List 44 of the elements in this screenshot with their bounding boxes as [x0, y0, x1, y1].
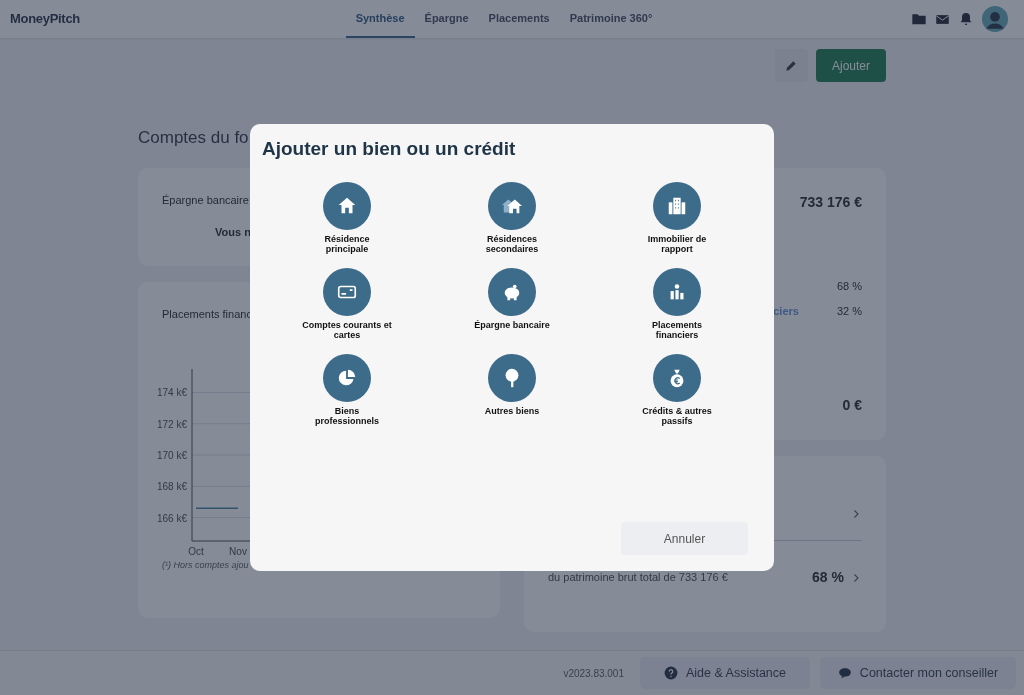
asset-type-option[interactable]: Épargne bancaire: [429, 267, 595, 340]
notification-bell-icon[interactable]: [958, 11, 974, 27]
asset-type-option[interactable]: Résidence principale: [264, 181, 430, 254]
ratio-value: 68 %: [812, 568, 844, 587]
nav-tab[interactable]: Placements: [478, 0, 560, 38]
percentage-value: 68 %: [836, 279, 862, 295]
ratio-caption: du patrimoine brut total de 733 176 €: [548, 570, 729, 586]
pencil-icon: [784, 58, 799, 73]
version-label: v2023.83.001: [563, 666, 624, 681]
nav-tab[interactable]: Patrimoine 360°: [559, 0, 663, 38]
modal-title: Ajouter un bien ou un crédit: [262, 138, 517, 161]
total-amount: 733 176 €: [799, 193, 862, 212]
contact-button[interactable]: Contacter mon conseiller: [820, 657, 1016, 689]
app-logo[interactable]: MoneyPitch: [10, 9, 310, 29]
axis-tick-label: 168 k€: [156, 480, 187, 492]
card-label: Placements financ: [162, 307, 252, 322]
asset-type-option[interactable]: Résidences secondaires: [429, 181, 595, 254]
axis-tick-label: Oct: [188, 545, 204, 557]
help-button[interactable]: Aide & Assistance: [640, 657, 810, 689]
axis-tick-label: 172 k€: [156, 418, 187, 430]
folder-icon[interactable]: [911, 11, 927, 27]
cancel-button[interactable]: Annuler: [621, 522, 748, 555]
asset-type-option[interactable]: Crédits & autres passifs: [594, 353, 760, 426]
asset-type-option[interactable]: Autres biens: [429, 353, 595, 426]
axis-tick-label: Nov: [229, 545, 247, 557]
avatar-icon[interactable]: [982, 6, 1008, 32]
axis-tick-label: 170 k€: [156, 449, 187, 461]
axis-tick-label: 166 k€: [156, 512, 187, 524]
asset-type-option[interactable]: Placements financiers: [594, 267, 760, 340]
empty-message: Vous n: [215, 224, 251, 240]
axis-tick-label: 174 k€: [156, 386, 187, 398]
nav-tab[interactable]: Épargne: [414, 0, 479, 38]
help-icon: [663, 666, 678, 680]
chart-line: [195, 506, 239, 509]
debt-amount: 0 €: [842, 396, 862, 415]
chat-bubble-icon: [837, 666, 852, 680]
edit-button[interactable]: [774, 49, 808, 82]
asset-type-option[interactable]: Immobilier de rapport: [594, 181, 760, 254]
asset-type-option[interactable]: Biens professionnels: [264, 353, 430, 426]
card-label: Épargne bancaire: [162, 193, 249, 208]
section-heading: Comptes du fo: [138, 127, 249, 150]
asset-type-option[interactable]: Comptes courants et cartes: [264, 267, 430, 340]
footnote: (¹) Hors comptes ajou: [162, 558, 250, 572]
percentage-value: 32 %: [836, 304, 862, 320]
